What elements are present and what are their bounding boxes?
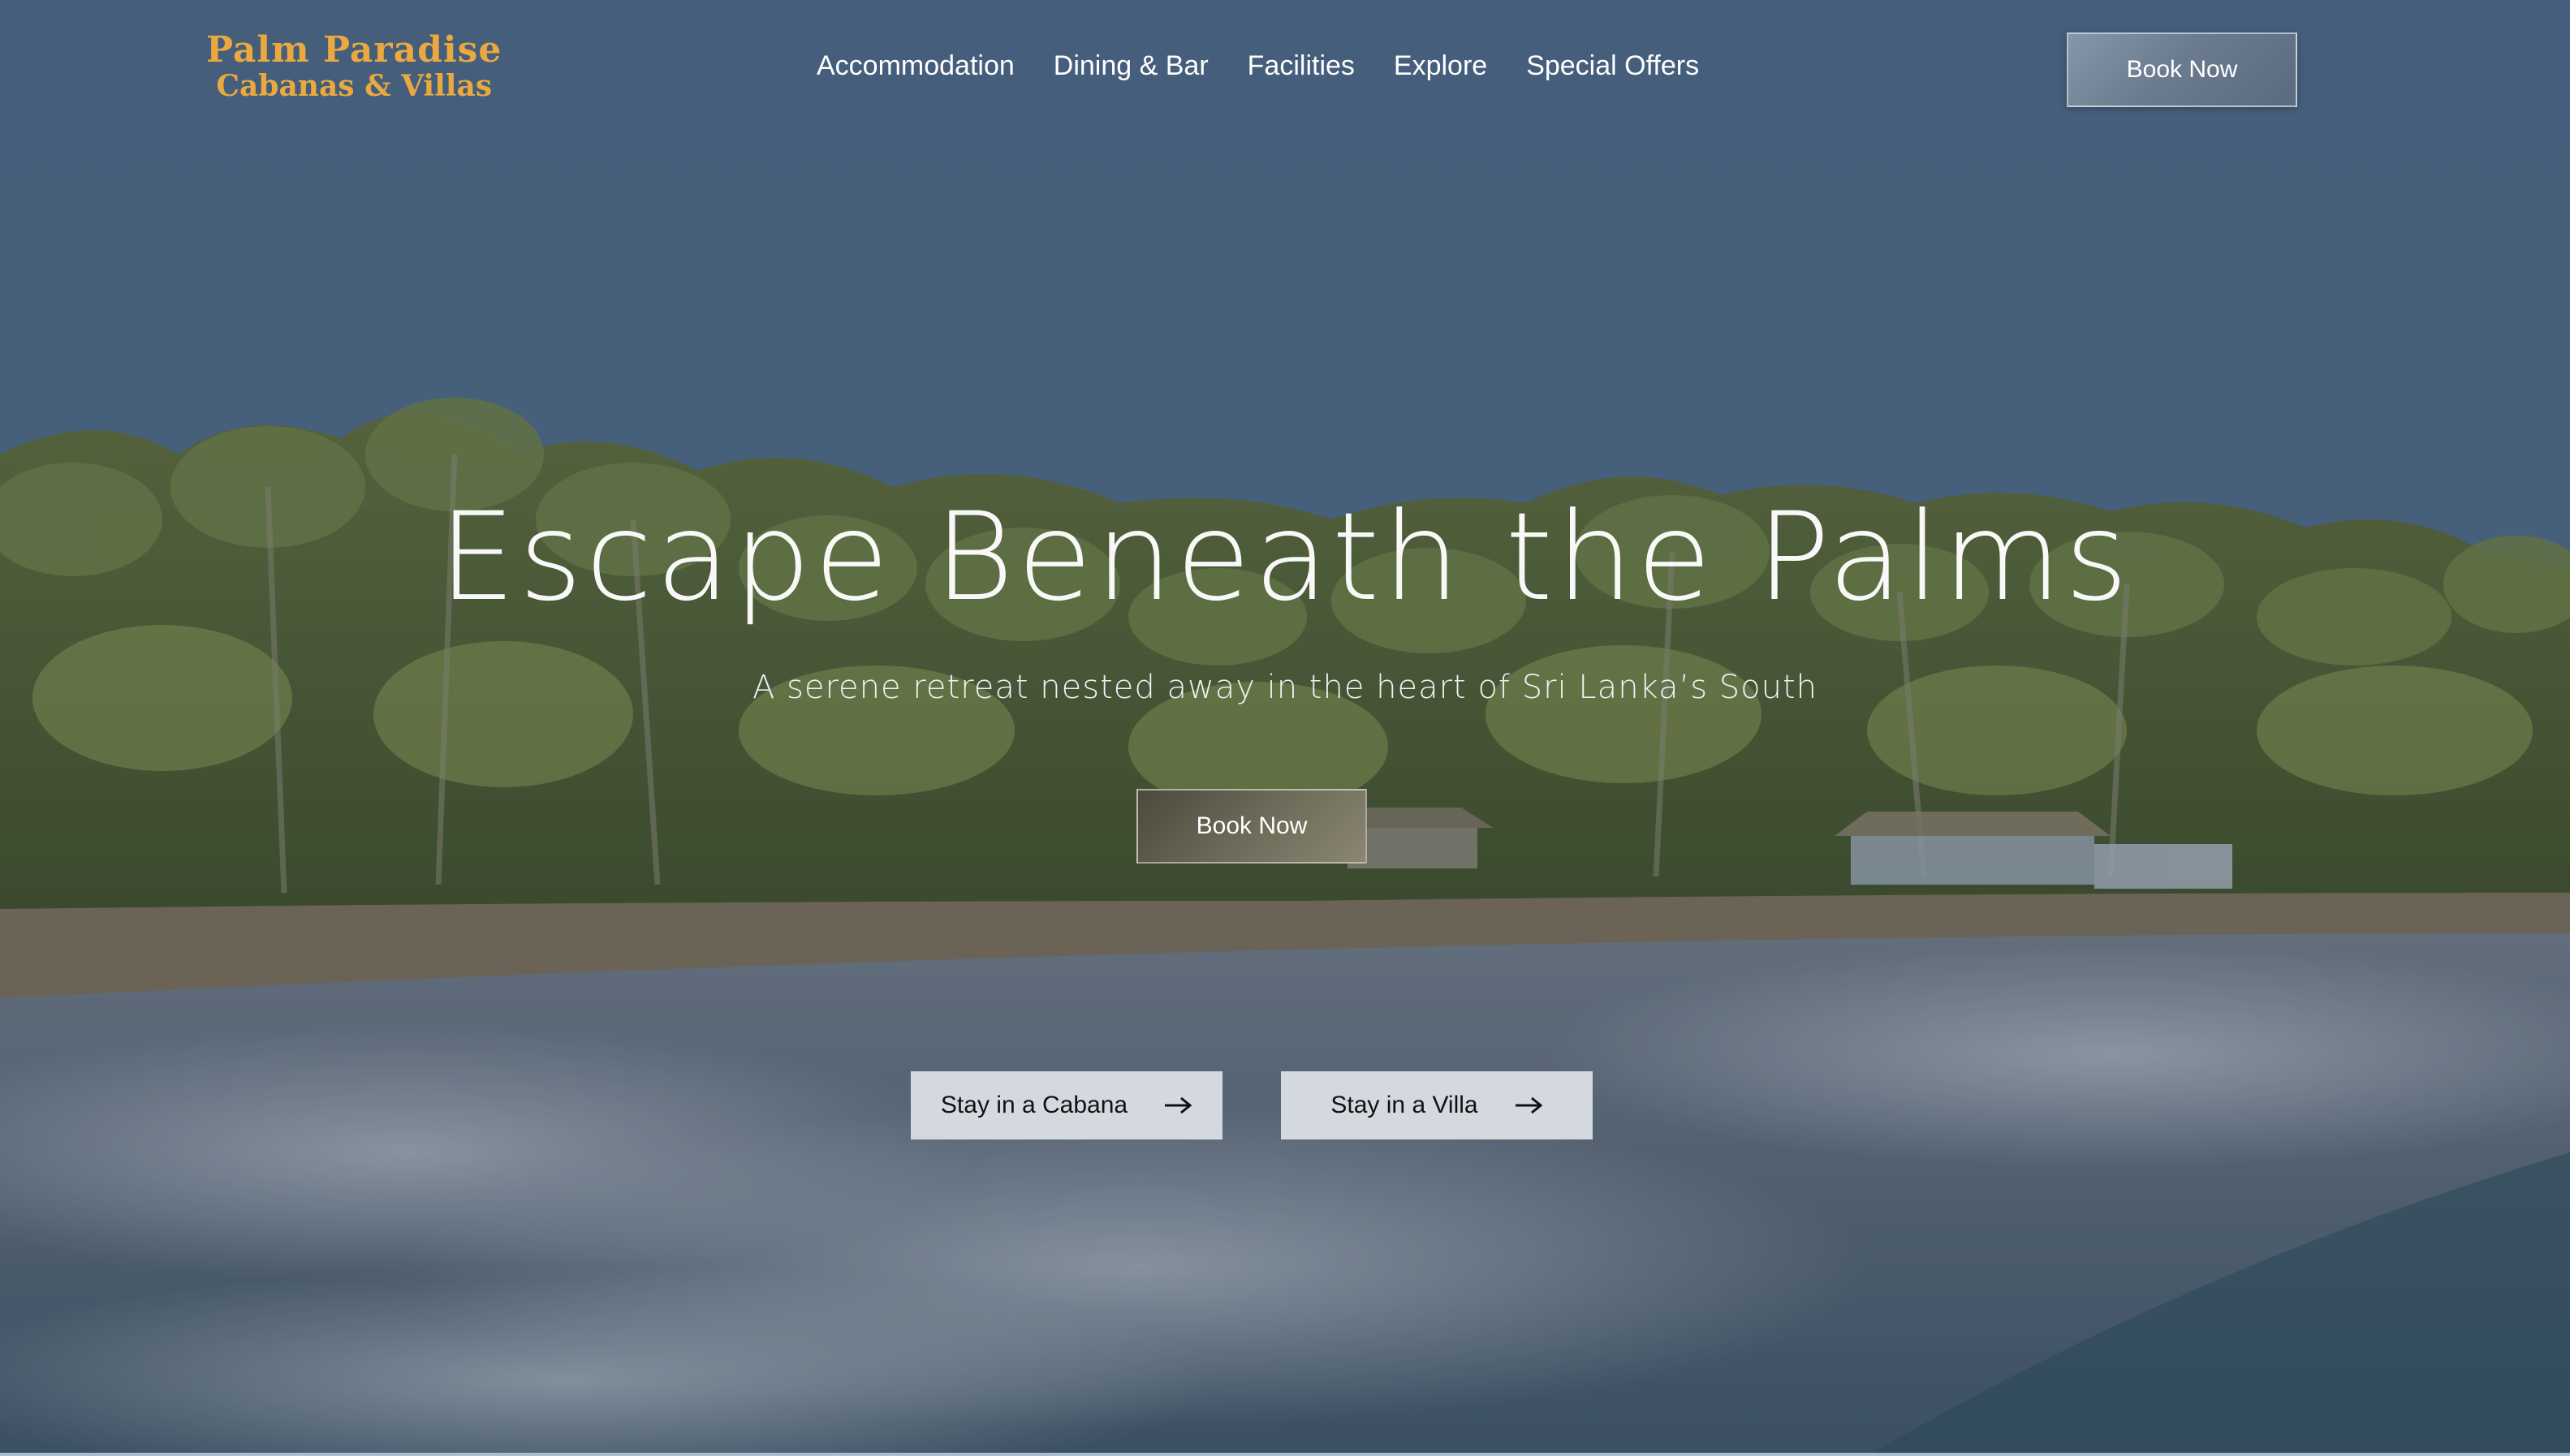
stay-in-cabana-button[interactable]: Stay in a Cabana <box>911 1071 1222 1139</box>
hero-subtitle: A serene retreat nested away in the hear… <box>752 669 1818 706</box>
nav-special-offers[interactable]: Special Offers <box>1526 50 1699 82</box>
hero-book-now-button[interactable]: Book Now <box>1136 789 1367 864</box>
brand-logo[interactable]: Palm Paradise Cabanas & Villas <box>206 32 502 101</box>
page: Palm Paradise Cabanas & Villas Accommoda… <box>0 0 2570 1456</box>
main-nav: Accommodation Dining & Bar Facilities Ex… <box>817 50 1699 82</box>
arrow-right-icon <box>1515 1096 1542 1114</box>
nav-dining-bar[interactable]: Dining & Bar <box>1054 50 1209 82</box>
nav-explore[interactable]: Explore <box>1394 50 1487 82</box>
stay-in-villa-button[interactable]: Stay in a Villa <box>1281 1071 1593 1139</box>
arrow-right-icon <box>1165 1096 1192 1114</box>
nav-facilities[interactable]: Facilities <box>1248 50 1355 82</box>
header-book-now-button[interactable]: Book Now <box>2067 32 2297 107</box>
bottom-divider <box>0 1453 2570 1456</box>
stay-in-villa-label: Stay in a Villa <box>1330 1092 1478 1118</box>
nav-accommodation[interactable]: Accommodation <box>817 50 1015 82</box>
logo-line-1: Palm Paradise <box>206 29 502 71</box>
background-overlay <box>0 0 2570 1456</box>
stay-in-cabana-label: Stay in a Cabana <box>940 1092 1128 1118</box>
logo-line-2: Cabanas & Villas <box>216 69 493 103</box>
hero-title: Escape Beneath the Palms <box>438 487 2132 628</box>
